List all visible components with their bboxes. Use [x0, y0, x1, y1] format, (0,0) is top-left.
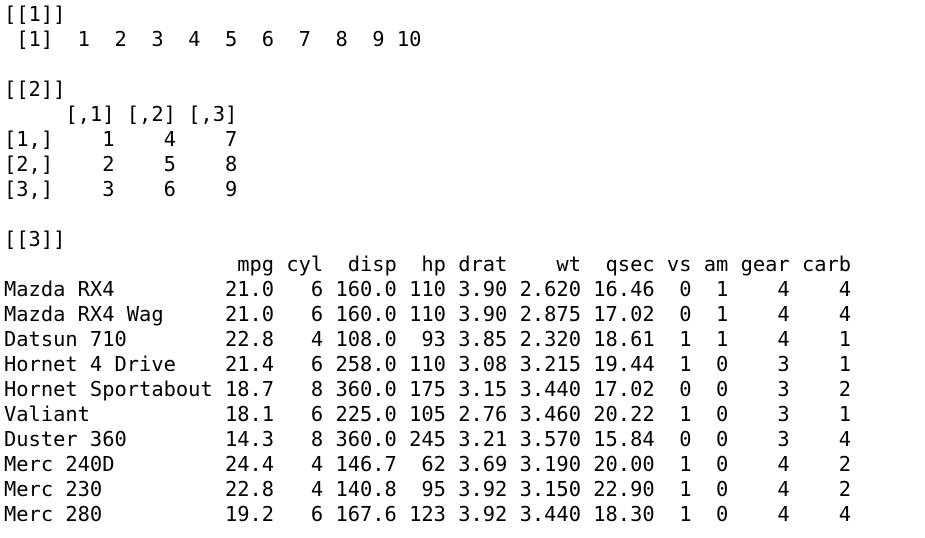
dataframe-row: Hornet Sportabout 18.7 8 360.0 175 3.15 … — [4, 377, 852, 401]
list-index-3: [[3]] — [4, 227, 66, 251]
vector-output: [1] 1 2 3 4 5 6 7 8 9 10 — [4, 27, 422, 51]
dataframe-row: Merc 280 19.2 6 167.6 123 3.92 3.440 18.… — [4, 502, 852, 526]
dataframe-row: Datsun 710 22.8 4 108.0 93 3.85 2.320 18… — [4, 327, 852, 351]
matrix-row: [2,] 2 5 8 — [4, 152, 238, 176]
dataframe-row: Mazda RX4 Wag 21.0 6 160.0 110 3.90 2.87… — [4, 302, 852, 326]
dataframe-row: Merc 240D 24.4 4 146.7 62 3.69 3.190 20.… — [4, 452, 852, 476]
list-index-1: [[1]] — [4, 2, 66, 26]
matrix-header: [,1] [,2] [,3] — [4, 102, 238, 126]
dataframe-row: Duster 360 14.3 8 360.0 245 3.21 3.570 1… — [4, 427, 852, 451]
list-index-2: [[2]] — [4, 77, 66, 101]
matrix-row: [1,] 1 4 7 — [4, 127, 238, 151]
dataframe-row: Mazda RX4 21.0 6 160.0 110 3.90 2.620 16… — [4, 277, 852, 301]
dataframe-header: mpg cyl disp hp drat wt qsec vs am gear … — [4, 252, 852, 276]
dataframe-row: Hornet 4 Drive 21.4 6 258.0 110 3.08 3.2… — [4, 352, 852, 376]
console-output: [[1]] [1] 1 2 3 4 5 6 7 8 9 10 [[2]] [,1… — [4, 2, 921, 536]
dataframe-row: Valiant 18.1 6 225.0 105 2.76 3.460 20.2… — [4, 402, 852, 426]
dataframe-row: Merc 230 22.8 4 140.8 95 3.92 3.150 22.9… — [4, 477, 852, 501]
matrix-row: [3,] 3 6 9 — [4, 177, 238, 201]
